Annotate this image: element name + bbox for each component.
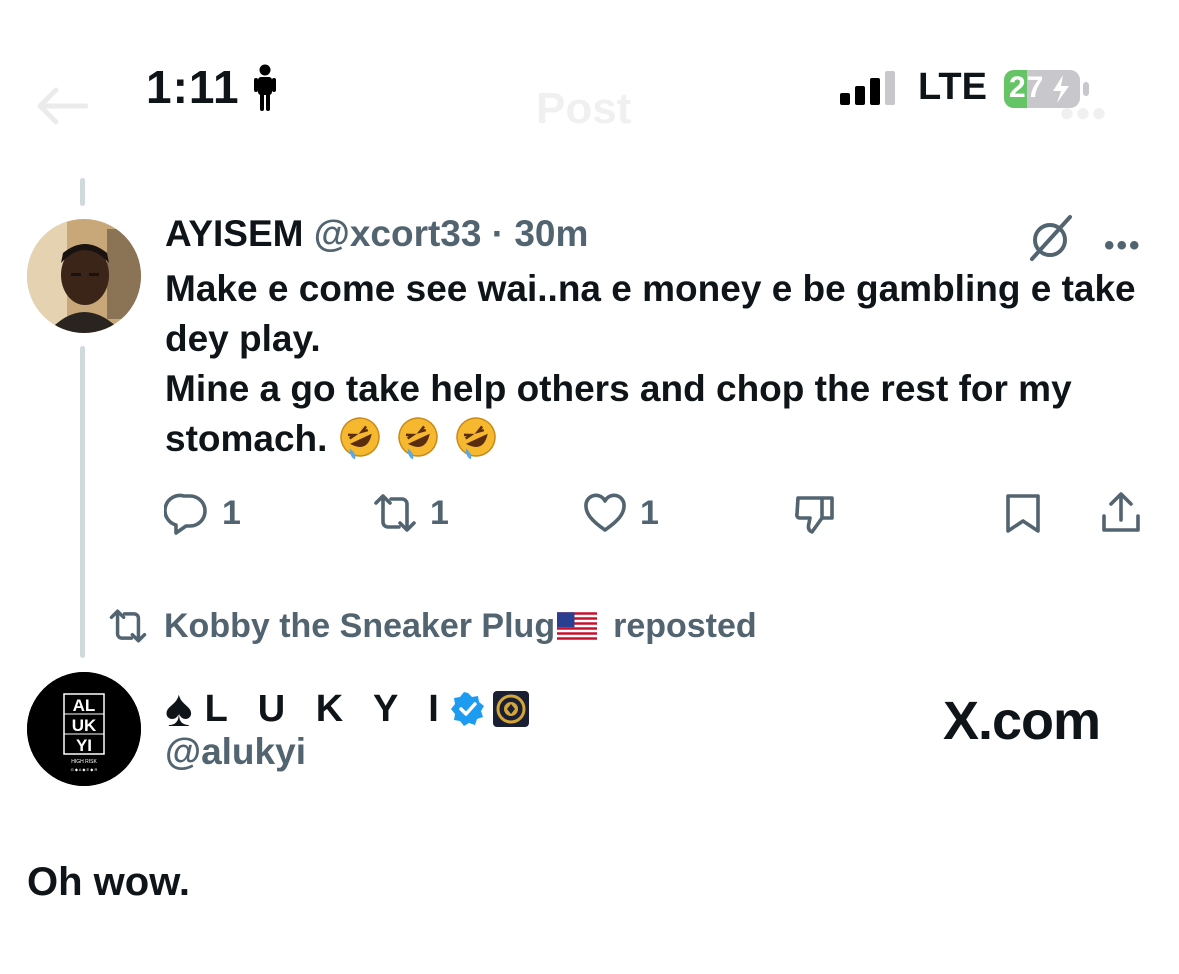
tweet-text-line2-content: Mine a go take help others and chop the … bbox=[165, 368, 1072, 459]
affiliate-badge-icon bbox=[492, 691, 529, 727]
rofl-emoji-icon bbox=[397, 417, 438, 459]
avatar-logo-line3: YI bbox=[76, 736, 92, 755]
handle[interactable]: @alukyi bbox=[165, 731, 306, 773]
back-arrow-icon[interactable] bbox=[34, 86, 88, 126]
bookmark-icon bbox=[1006, 494, 1040, 533]
reply-icon bbox=[164, 493, 207, 535]
like-count: 1 bbox=[640, 493, 659, 532]
like-button[interactable]: 1 bbox=[582, 488, 659, 538]
rofl-emoji-icon bbox=[455, 417, 496, 459]
avatar-logo-line2: UK bbox=[72, 716, 97, 735]
x-com-watermark: X.com bbox=[943, 691, 1101, 751]
person-walking-icon bbox=[254, 64, 276, 111]
rofl-emoji-icon bbox=[339, 417, 380, 459]
repost-button[interactable]: 1 bbox=[372, 488, 449, 538]
avatar-ayisem[interactable] bbox=[27, 219, 141, 333]
handle-and-time[interactable]: @xcort33 · 30m bbox=[314, 213, 589, 254]
verified-badge-icon bbox=[450, 692, 484, 726]
reposter-name[interactable]: Kobby the Sneaker Plug bbox=[164, 607, 555, 646]
avatar-alukyi[interactable]: AL UK YI HIGH RISK G ◆ A ◆ E ◆ R bbox=[27, 672, 141, 786]
display-name[interactable]: AYISEM bbox=[165, 213, 303, 254]
share-icon bbox=[1102, 492, 1140, 532]
tweet-text-line2: Mine a go take help others and chop the … bbox=[165, 364, 1155, 464]
thumbs-down-icon bbox=[795, 496, 834, 534]
header-title: Post bbox=[536, 84, 632, 133]
repost-count: 1 bbox=[430, 493, 449, 532]
spade-icon: ♠ bbox=[165, 680, 193, 738]
avatar-photo bbox=[27, 219, 141, 333]
repost-indicator-icon bbox=[109, 609, 147, 643]
tweet2-name-row[interactable]: ♠ L U K Y I bbox=[165, 683, 529, 735]
battery-percent: 27 bbox=[1009, 71, 1045, 104]
tweet-header: AYISEM @xcort33 · 30m bbox=[165, 213, 588, 255]
repost-icon bbox=[374, 494, 416, 532]
bookmark-button[interactable] bbox=[1000, 488, 1046, 538]
status-time: 1:11 bbox=[146, 61, 240, 113]
display-name[interactable]: L U K Y I bbox=[205, 688, 449, 731]
tweet-text: Make e come see wai..na e money e be gam… bbox=[165, 264, 1155, 464]
repost-attribution[interactable]: Kobby the Sneaker Plug reposted bbox=[108, 606, 757, 646]
us-flag-icon bbox=[557, 612, 598, 640]
avatar-logo-caption: HIGH RISK bbox=[71, 759, 97, 765]
tweet2-text: Oh wow. bbox=[27, 860, 190, 904]
thread-connector-top bbox=[80, 178, 85, 206]
cellular-signal-icon bbox=[840, 71, 895, 105]
reply-count: 1 bbox=[222, 493, 241, 532]
grok-icon[interactable] bbox=[1026, 213, 1076, 263]
share-button[interactable] bbox=[1098, 488, 1144, 538]
reply-button[interactable]: 1 bbox=[164, 488, 241, 538]
network-type: LTE bbox=[918, 66, 987, 108]
more-options-icon[interactable]: ••• bbox=[1104, 229, 1142, 263]
battery-indicator: 27 bbox=[1003, 69, 1091, 109]
tweet-text-line1: Make e come see wai..na e money e be gam… bbox=[165, 268, 1136, 359]
heart-icon bbox=[584, 493, 626, 532]
dislike-button[interactable] bbox=[792, 488, 838, 538]
thread-connector bbox=[80, 346, 85, 658]
avatar-logo-line1: AL bbox=[73, 696, 96, 715]
avatar-logo-caption2: G ◆ A ◆ E ◆ R bbox=[71, 767, 98, 772]
alukyi-logo: AL UK YI HIGH RISK G ◆ A ◆ E ◆ R bbox=[27, 672, 141, 786]
reposted-label: reposted bbox=[613, 606, 757, 645]
